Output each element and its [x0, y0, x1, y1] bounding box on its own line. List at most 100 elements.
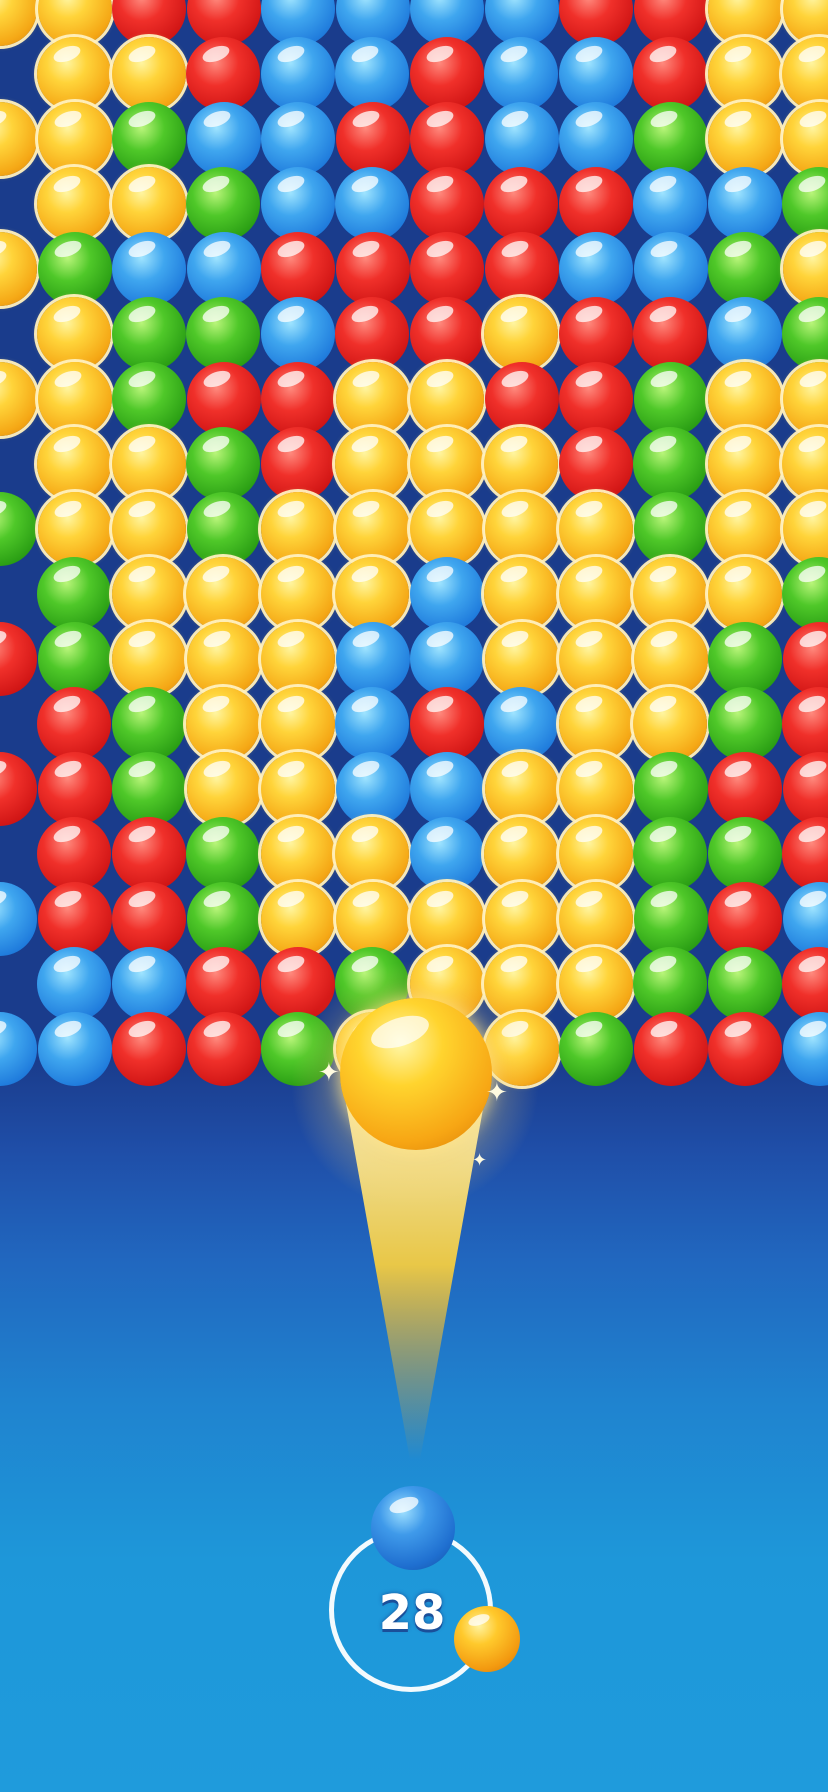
- green-bubble: [112, 362, 186, 436]
- yellow-bubble: [261, 752, 335, 826]
- red-bubble: [112, 1012, 186, 1086]
- blue-bubble: [187, 232, 261, 306]
- green-bubble: [633, 947, 707, 1021]
- blue-bubble: [410, 752, 484, 826]
- blue-bubble: [261, 37, 335, 111]
- red-bubble: [782, 947, 828, 1021]
- red-bubble: [186, 37, 260, 111]
- current-bubble[interactable]: [371, 1486, 455, 1570]
- red-bubble: [336, 102, 410, 176]
- red-bubble: [485, 232, 559, 306]
- yellow-bubble: [112, 427, 186, 501]
- blue-bubble: [633, 167, 707, 241]
- red-bubble: [410, 102, 484, 176]
- red-bubble: [410, 37, 484, 111]
- green-bubble: [782, 297, 828, 371]
- red-bubble: [335, 297, 409, 371]
- yellow-bubble: [112, 37, 186, 111]
- green-bubble: [708, 622, 782, 696]
- blue-bubble: [335, 37, 409, 111]
- red-bubble: [708, 882, 782, 956]
- yellow-bubble: [336, 362, 410, 436]
- green-bubble: [112, 752, 186, 826]
- yellow-bubble: [335, 557, 409, 631]
- red-bubble: [186, 947, 260, 1021]
- green-bubble: [0, 492, 37, 566]
- yellow-bubble: [261, 622, 335, 696]
- red-bubble: [37, 817, 111, 891]
- red-bubble: [783, 752, 828, 826]
- red-bubble: [559, 427, 633, 501]
- yellow-bubble: [410, 492, 484, 566]
- blue-bubble: [783, 1012, 828, 1086]
- red-bubble: [187, 1012, 261, 1086]
- blue-bubble: [485, 102, 559, 176]
- yellow-bubble: [336, 492, 410, 566]
- green-bubble: [186, 817, 260, 891]
- yellow-bubble: [559, 687, 633, 761]
- blue-bubble: [559, 232, 633, 306]
- blue-bubble: [261, 297, 335, 371]
- yellow-bubble: [0, 102, 37, 176]
- yellow-bubble: [783, 232, 828, 306]
- yellow-bubble: [783, 362, 828, 436]
- yellow-bubble: [38, 362, 112, 436]
- blue-bubble: [708, 297, 782, 371]
- yellow-bubble: [485, 492, 559, 566]
- red-bubble: [38, 882, 112, 956]
- yellow-bubble: [187, 622, 261, 696]
- green-bubble: [634, 102, 708, 176]
- yellow-bubble: [37, 297, 111, 371]
- red-bubble: [559, 362, 633, 436]
- red-bubble: [782, 817, 828, 891]
- green-bubble: [186, 297, 260, 371]
- yellow-bubble: [708, 492, 782, 566]
- yellow-bubble: [37, 167, 111, 241]
- red-bubble: [782, 687, 828, 761]
- yellow-bubble: [261, 492, 335, 566]
- blue-bubble: [336, 622, 410, 696]
- red-bubble: [0, 622, 37, 696]
- green-bubble: [186, 427, 260, 501]
- blue-bubble: [783, 882, 828, 956]
- green-bubble: [634, 492, 708, 566]
- yellow-bubble: [782, 37, 828, 111]
- blue-bubble: [559, 102, 633, 176]
- yellow-bubble: [336, 882, 410, 956]
- game-screen: ✦ ✦ ✦ 28: [0, 0, 828, 1792]
- blue-bubble: [410, 557, 484, 631]
- sparkle-icon: ✦: [472, 1150, 488, 1171]
- yellow-bubble: [38, 492, 112, 566]
- yellow-bubble: [261, 882, 335, 956]
- blue-bubble: [634, 232, 708, 306]
- red-bubble: [708, 752, 782, 826]
- red-bubble: [38, 752, 112, 826]
- green-bubble: [782, 557, 828, 631]
- yellow-bubble: [187, 752, 261, 826]
- green-bubble: [634, 882, 708, 956]
- blue-bubble: [0, 882, 37, 956]
- yellow-bubble: [112, 557, 186, 631]
- yellow-bubble: [559, 622, 633, 696]
- yellow-bubble: [112, 622, 186, 696]
- green-bubble: [112, 687, 186, 761]
- green-bubble: [708, 947, 782, 1021]
- green-bubble: [37, 557, 111, 631]
- red-bubble: [112, 817, 186, 891]
- red-bubble: [112, 882, 186, 956]
- blue-bubble: [410, 622, 484, 696]
- sparkle-icon: ✦: [318, 1058, 340, 1088]
- red-bubble: [633, 297, 707, 371]
- yellow-bubble: [0, 362, 37, 436]
- yellow-bubble: [633, 557, 707, 631]
- yellow-bubble: [485, 622, 559, 696]
- red-bubble: [559, 297, 633, 371]
- green-bubble: [112, 297, 186, 371]
- yellow-bubble: [0, 232, 37, 306]
- yellow-bubble: [261, 817, 335, 891]
- green-bubble: [187, 882, 261, 956]
- red-bubble: [783, 622, 828, 696]
- red-bubble: [336, 232, 410, 306]
- red-bubble: [261, 232, 335, 306]
- yellow-bubble: [708, 102, 782, 176]
